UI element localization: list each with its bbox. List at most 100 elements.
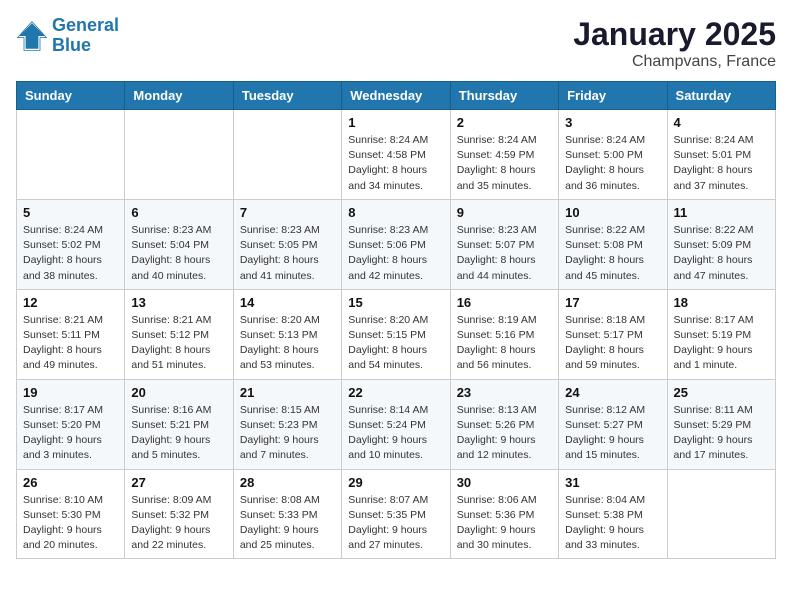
day-info: Sunrise: 8:24 AM Sunset: 5:00 PM Dayligh… <box>565 133 660 194</box>
calendar-cell: 22Sunrise: 8:14 AM Sunset: 5:24 PM Dayli… <box>342 379 450 469</box>
calendar-cell <box>17 110 125 200</box>
day-number: 21 <box>240 385 335 400</box>
day-info: Sunrise: 8:20 AM Sunset: 5:15 PM Dayligh… <box>348 313 443 374</box>
day-info: Sunrise: 8:23 AM Sunset: 5:07 PM Dayligh… <box>457 223 552 284</box>
logo: General Blue <box>16 16 119 56</box>
week-row-4: 19Sunrise: 8:17 AM Sunset: 5:20 PM Dayli… <box>17 379 776 469</box>
day-number: 5 <box>23 205 118 220</box>
day-info: Sunrise: 8:12 AM Sunset: 5:27 PM Dayligh… <box>565 403 660 464</box>
weekday-header-thursday: Thursday <box>450 82 558 110</box>
day-info: Sunrise: 8:13 AM Sunset: 5:26 PM Dayligh… <box>457 403 552 464</box>
calendar-cell: 6Sunrise: 8:23 AM Sunset: 5:04 PM Daylig… <box>125 199 233 289</box>
day-info: Sunrise: 8:24 AM Sunset: 5:02 PM Dayligh… <box>23 223 118 284</box>
weekday-header-friday: Friday <box>559 82 667 110</box>
calendar-cell: 16Sunrise: 8:19 AM Sunset: 5:16 PM Dayli… <box>450 289 558 379</box>
day-number: 1 <box>348 115 443 130</box>
weekday-header-row: SundayMondayTuesdayWednesdayThursdayFrid… <box>17 82 776 110</box>
weekday-header-saturday: Saturday <box>667 82 775 110</box>
day-info: Sunrise: 8:21 AM Sunset: 5:11 PM Dayligh… <box>23 313 118 374</box>
calendar-cell: 31 Sunrise: 8:04 AM Sunset: 5:38 PM Dayli… <box>559 469 667 559</box>
day-info: Sunrise: 8:15 AM Sunset: 5:23 PM Dayligh… <box>240 403 335 464</box>
day-info: Sunrise: 8:23 AM Sunset: 5:04 PM Dayligh… <box>131 223 226 284</box>
week-row-1: 1 Sunrise: 8:24 AM Sunset: 4:58 PM Daylig… <box>17 110 776 200</box>
day-info: Sunrise: 8:18 AM Sunset: 5:17 PM Dayligh… <box>565 313 660 374</box>
calendar-cell: 25 Sunrise: 8:11 AM Sunset: 5:29 PM Dayli… <box>667 379 775 469</box>
day-info: Sunrise: 8:22 AM Sunset: 5:08 PM Dayligh… <box>565 223 660 284</box>
day-info: Sunrise: 8:14 AM Sunset: 5:24 PM Dayligh… <box>348 403 443 464</box>
day-number: 31 <box>565 475 660 490</box>
calendar-cell: 15 Sunrise: 8:20 AM Sunset: 5:15 PM Dayli… <box>342 289 450 379</box>
day-number: 4 <box>674 115 769 130</box>
week-row-3: 12 Sunrise: 8:21 AM Sunset: 5:11 PM Dayli… <box>17 289 776 379</box>
calendar-cell: 26 Sunrise: 8:10 AM Sunset: 5:30 PM Dayli… <box>17 469 125 559</box>
day-info: Sunrise: 8:21 AM Sunset: 5:12 PM Dayligh… <box>131 313 226 374</box>
day-number: 12 <box>23 295 118 310</box>
calendar-cell: 20 Sunrise: 8:16 AM Sunset: 5:21 PM Dayli… <box>125 379 233 469</box>
calendar-cell: 2 Sunrise: 8:24 AM Sunset: 4:59 PM Daylig… <box>450 110 558 200</box>
day-info: Sunrise: 8:24 AM Sunset: 4:58 PM Dayligh… <box>348 133 443 194</box>
day-info: Sunrise: 8:06 AM Sunset: 5:36 PM Dayligh… <box>457 493 552 554</box>
day-number: 2 <box>457 115 552 130</box>
day-info: Sunrise: 8:17 AM Sunset: 5:20 PM Dayligh… <box>23 403 118 464</box>
day-number: 11 <box>674 205 769 220</box>
calendar-cell: 18 Sunrise: 8:17 AM Sunset: 5:19 PM Dayli… <box>667 289 775 379</box>
day-number: 29 <box>348 475 443 490</box>
logo-line2: Blue <box>52 35 91 55</box>
day-number: 26 <box>23 475 118 490</box>
calendar-cell: 5 Sunrise: 8:24 AM Sunset: 5:02 PM Daylig… <box>17 199 125 289</box>
weekday-header-tuesday: Tuesday <box>233 82 341 110</box>
day-info: Sunrise: 8:04 AM Sunset: 5:38 PM Dayligh… <box>565 493 660 554</box>
day-number: 14 <box>240 295 335 310</box>
day-info: Sunrise: 8:07 AM Sunset: 5:35 PM Dayligh… <box>348 493 443 554</box>
day-info: Sunrise: 8:24 AM Sunset: 4:59 PM Dayligh… <box>457 133 552 194</box>
day-number: 23 <box>457 385 552 400</box>
weekday-header-wednesday: Wednesday <box>342 82 450 110</box>
calendar-cell: 27 Sunrise: 8:09 AM Sunset: 5:32 PM Dayli… <box>125 469 233 559</box>
day-info: Sunrise: 8:23 AM Sunset: 5:05 PM Dayligh… <box>240 223 335 284</box>
page-header: General Blue January 2025 Champvans, Fra… <box>16 16 776 71</box>
logo-text: General Blue <box>52 16 119 56</box>
day-info: Sunrise: 8:23 AM Sunset: 5:06 PM Dayligh… <box>348 223 443 284</box>
day-number: 3 <box>565 115 660 130</box>
day-number: 13 <box>131 295 226 310</box>
day-info: Sunrise: 8:09 AM Sunset: 5:32 PM Dayligh… <box>131 493 226 554</box>
day-number: 15 <box>348 295 443 310</box>
calendar-cell: 14 Sunrise: 8:20 AM Sunset: 5:13 PM Dayli… <box>233 289 341 379</box>
day-info: Sunrise: 8:16 AM Sunset: 5:21 PM Dayligh… <box>131 403 226 464</box>
day-info: Sunrise: 8:20 AM Sunset: 5:13 PM Dayligh… <box>240 313 335 374</box>
week-row-2: 5 Sunrise: 8:24 AM Sunset: 5:02 PM Daylig… <box>17 199 776 289</box>
calendar-cell: 24Sunrise: 8:12 AM Sunset: 5:27 PM Dayli… <box>559 379 667 469</box>
week-row-5: 26 Sunrise: 8:10 AM Sunset: 5:30 PM Dayli… <box>17 469 776 559</box>
day-info: Sunrise: 8:11 AM Sunset: 5:29 PM Dayligh… <box>674 403 769 464</box>
day-info: Sunrise: 8:17 AM Sunset: 5:19 PM Dayligh… <box>674 313 769 374</box>
logo-icon <box>16 20 48 52</box>
day-number: 20 <box>131 385 226 400</box>
calendar-cell: 17Sunrise: 8:18 AM Sunset: 5:17 PM Dayli… <box>559 289 667 379</box>
day-number: 16 <box>457 295 552 310</box>
calendar-cell: 10 Sunrise: 8:22 AM Sunset: 5:08 PM Dayli… <box>559 199 667 289</box>
location: Champvans, France <box>573 53 776 71</box>
calendar-cell: 21 Sunrise: 8:15 AM Sunset: 5:23 PM Dayli… <box>233 379 341 469</box>
calendar-cell: 29 Sunrise: 8:07 AM Sunset: 5:35 PM Dayli… <box>342 469 450 559</box>
day-number: 25 <box>674 385 769 400</box>
calendar-cell: 30 Sunrise: 8:06 AM Sunset: 5:36 PM Dayli… <box>450 469 558 559</box>
day-number: 27 <box>131 475 226 490</box>
calendar-table: SundayMondayTuesdayWednesdayThursdayFrid… <box>16 81 776 559</box>
calendar-cell <box>125 110 233 200</box>
day-info: Sunrise: 8:22 AM Sunset: 5:09 PM Dayligh… <box>674 223 769 284</box>
calendar-cell: 11 Sunrise: 8:22 AM Sunset: 5:09 PM Dayli… <box>667 199 775 289</box>
day-number: 30 <box>457 475 552 490</box>
calendar-cell: 7Sunrise: 8:23 AM Sunset: 5:05 PM Daylig… <box>233 199 341 289</box>
logo-line1: General <box>52 15 119 35</box>
calendar-cell <box>233 110 341 200</box>
weekday-header-sunday: Sunday <box>17 82 125 110</box>
calendar-cell: 19Sunrise: 8:17 AM Sunset: 5:20 PM Dayli… <box>17 379 125 469</box>
day-info: Sunrise: 8:10 AM Sunset: 5:30 PM Dayligh… <box>23 493 118 554</box>
calendar-cell: 4Sunrise: 8:24 AM Sunset: 5:01 PM Daylig… <box>667 110 775 200</box>
month-title: January 2025 <box>573 16 776 53</box>
day-number: 10 <box>565 205 660 220</box>
day-number: 18 <box>674 295 769 310</box>
calendar-cell: 13 Sunrise: 8:21 AM Sunset: 5:12 PM Dayli… <box>125 289 233 379</box>
weekday-header-monday: Monday <box>125 82 233 110</box>
day-number: 28 <box>240 475 335 490</box>
